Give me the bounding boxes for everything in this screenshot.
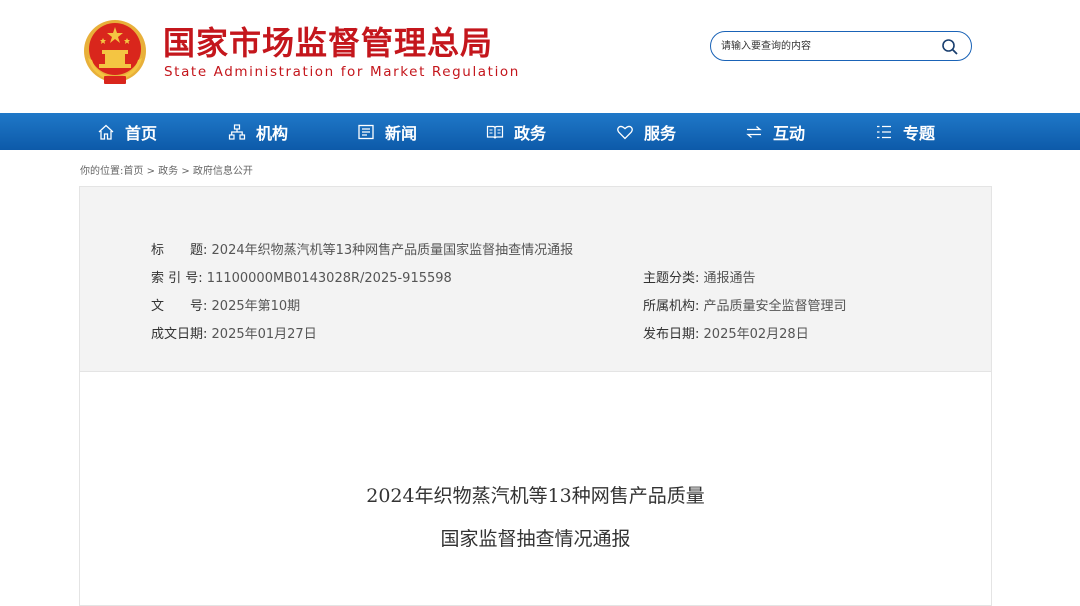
nav-label: 机构: [256, 123, 289, 143]
meta-org-label: 所属机构:: [643, 299, 700, 314]
breadcrumb-link-info-disclosure[interactable]: 政府信息公开: [193, 166, 253, 177]
meta-written-row: 成文日期: 2025年01月27日: [151, 326, 317, 344]
breadcrumb-separator: >: [181, 166, 190, 177]
site-subtitle: State Administration for Market Regulati…: [164, 64, 520, 80]
meta-title-label: 标 题:: [151, 243, 208, 258]
meta-title-row: 标 题: 2024年织物蒸汽机等13种网售产品质量国家监督抽查情况通报: [151, 242, 573, 260]
book-icon: [486, 125, 504, 139]
site-header: 国家市场监督管理总局 State Administration for Mark…: [0, 0, 1080, 113]
list-icon: [877, 125, 891, 138]
breadcrumb-link-government-affairs[interactable]: 政务: [158, 166, 178, 177]
breadcrumb-prefix: 你的位置:: [80, 166, 124, 177]
nav-item-topics[interactable]: 专题: [875, 113, 935, 150]
document-title-line-2: 国家监督抽查情况通报: [440, 528, 631, 550]
search-box[interactable]: [710, 31, 972, 61]
home-icon: [98, 124, 114, 140]
nav-item-news[interactable]: 新闻: [357, 113, 417, 150]
meta-category-row: 主题分类: 通报通告: [643, 270, 756, 288]
nav-item-home[interactable]: 首页: [97, 113, 157, 150]
nav-item-government-affairs[interactable]: 政务: [486, 113, 546, 150]
breadcrumb-link-home[interactable]: 首页: [123, 166, 143, 177]
nav-item-organization[interactable]: 机构: [228, 113, 288, 150]
document-metadata: 标 题: 2024年织物蒸汽机等13种网售产品质量国家监督抽查情况通报 索 引 …: [80, 187, 991, 372]
meta-category-label: 主题分类:: [643, 271, 700, 286]
meta-docno-value: 2025年第10期: [211, 299, 301, 314]
nav-item-interaction[interactable]: 互动: [745, 113, 805, 150]
breadcrumb-separator: >: [146, 166, 155, 177]
meta-index-value: 11100000MB0143028R/2025-915598: [206, 271, 452, 286]
search-icon[interactable]: [941, 38, 959, 56]
nav-label: 互动: [773, 123, 806, 143]
breadcrumb: 你的位置:首页 > 政务 > 政府信息公开: [80, 162, 253, 177]
document-title-line-1: 2024年织物蒸汽机等13种网售产品质量: [366, 485, 705, 507]
meta-docno-row: 文 号: 2025年第10期: [151, 298, 300, 316]
meta-category-value: 通报通告: [703, 271, 756, 286]
meta-org-value: 产品质量安全监督管理司: [703, 299, 847, 314]
meta-index-label: 索 引 号:: [151, 271, 203, 286]
meta-published-value: 2025年02月28日: [703, 327, 809, 342]
site-title[interactable]: 国家市场监督管理总局: [163, 23, 493, 63]
meta-docno-label: 文 号:: [151, 299, 208, 314]
news-icon: [358, 124, 374, 139]
meta-index-row: 索 引 号: 11100000MB0143028R/2025-915598: [151, 270, 452, 288]
national-emblem-icon[interactable]: [82, 18, 148, 86]
meta-written-value: 2025年01月27日: [211, 327, 317, 342]
org-chart-icon: [228, 123, 246, 140]
meta-written-label: 成文日期:: [151, 327, 208, 342]
nav-label: 服务: [644, 123, 677, 143]
nav-label: 新闻: [385, 123, 418, 143]
nav-label: 政务: [514, 123, 547, 143]
meta-org-row: 所属机构: 产品质量安全监督管理司: [643, 298, 847, 316]
meta-title-value: 2024年织物蒸汽机等13种网售产品质量国家监督抽查情况通报: [211, 243, 574, 258]
exchange-icon: [746, 125, 762, 138]
search-input[interactable]: [721, 38, 926, 55]
meta-published-label: 发布日期:: [643, 327, 700, 342]
nav-label: 首页: [125, 123, 158, 143]
main-nav: 首页 机构 新闻 政务 服务 互动 专题: [0, 113, 1080, 150]
nav-label: 专题: [903, 123, 936, 143]
meta-published-row: 发布日期: 2025年02月28日: [643, 326, 809, 344]
nav-item-services[interactable]: 服务: [616, 113, 676, 150]
heart-icon: [617, 125, 633, 139]
article-panel: 标 题: 2024年织物蒸汽机等13种网售产品质量国家监督抽查情况通报 索 引 …: [79, 186, 992, 606]
